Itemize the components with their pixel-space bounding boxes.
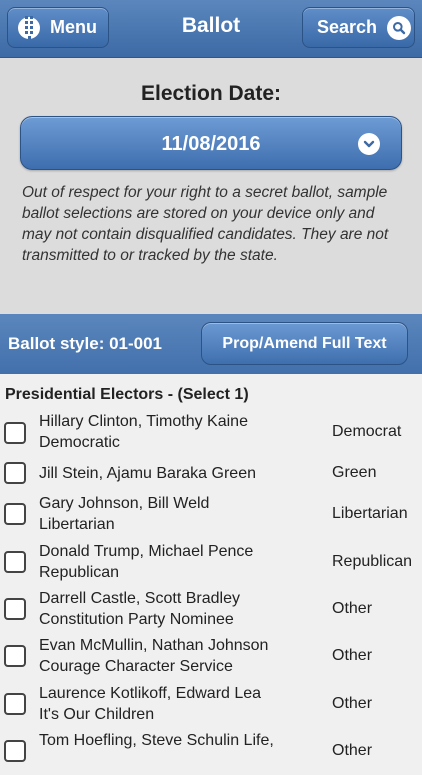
- candidate-row[interactable]: Darrell Castle, Scott Bradley Constituti…: [0, 587, 422, 633]
- checkbox[interactable]: [4, 693, 26, 715]
- menu-button[interactable]: Menu: [7, 7, 109, 48]
- checkbox[interactable]: [4, 551, 26, 573]
- checkbox[interactable]: [4, 503, 26, 525]
- ballot-style-label: Ballot style: 01-001: [8, 334, 163, 353]
- candidate-name: Laurence Kotlikoff, Edward Lea It's Our …: [39, 685, 262, 723]
- election-date-value: 11/08/2016: [161, 133, 261, 155]
- search-button[interactable]: Search: [302, 7, 415, 48]
- checkbox[interactable]: [4, 740, 26, 762]
- candidate-name: Evan McMullin, Nathan Johnson Courage Ch…: [39, 637, 269, 675]
- checkbox[interactable]: [4, 462, 26, 484]
- candidate-name: Tom Hoefling, Steve Schulin Life,: [39, 732, 274, 749]
- candidate-party: Republican: [332, 553, 413, 570]
- candidate-row[interactable]: Hillary Clinton, Timothy Kaine Democrati…: [0, 410, 422, 456]
- candidate-party: Other: [332, 742, 373, 759]
- ballot-style-bar: Ballot style: 01-001 Prop/Amend Full Tex…: [0, 314, 422, 374]
- menu-label: Menu: [50, 17, 97, 37]
- app-header: Menu Ballot Search: [0, 0, 422, 58]
- candidate-party: Green: [332, 464, 377, 481]
- race-title: Presidential Electors - (Select 1): [5, 386, 249, 403]
- grid-menu-icon: [18, 16, 40, 39]
- candidate-party: Democrat: [332, 423, 402, 440]
- candidate-row[interactable]: Evan McMullin, Nathan Johnson Courage Ch…: [0, 634, 422, 680]
- checkbox[interactable]: [4, 598, 26, 620]
- candidate-row[interactable]: Laurence Kotlikoff, Edward Lea It's Our …: [0, 682, 422, 728]
- candidate-name: Darrell Castle, Scott Bradley Constituti…: [39, 590, 240, 628]
- candidate-party: Other: [332, 695, 373, 712]
- search-icon: [387, 15, 412, 40]
- candidate-name: Gary Johnson, Bill Weld Libertarian: [39, 495, 210, 533]
- election-date-select[interactable]: 11/08/2016: [20, 116, 402, 170]
- election-date-label: Election Date:: [140, 82, 282, 105]
- page-title: Ballot: [181, 14, 241, 37]
- candidate-row[interactable]: Donald Trump, Michael Pence Republican R…: [0, 540, 422, 586]
- candidate-name: Hillary Clinton, Timothy Kaine Democrati…: [39, 413, 248, 451]
- candidate-name: Donald Trump, Michael Pence Republican: [39, 543, 254, 581]
- chevron-down-icon: [358, 133, 380, 155]
- candidate-row[interactable]: Gary Johnson, Bill Weld Libertarian Libe…: [0, 492, 422, 538]
- candidate-party: Libertarian: [332, 505, 408, 522]
- privacy-notice: Out of respect for your right to a secre…: [22, 184, 389, 264]
- search-label: Search: [317, 17, 378, 37]
- candidate-row[interactable]: Tom Hoefling, Steve Schulin Life, Other: [0, 729, 422, 775]
- candidate-party: Other: [332, 647, 373, 664]
- candidate-name: Jill Stein, Ajamu Baraka Green: [39, 465, 256, 482]
- election-date-section: Election Date: 11/08/2016 Out of respect…: [0, 58, 422, 314]
- prop-amend-button[interactable]: Prop/Amend Full Text: [201, 322, 408, 365]
- candidate-party: Other: [332, 600, 373, 617]
- checkbox[interactable]: [4, 645, 26, 667]
- checkbox[interactable]: [4, 422, 26, 444]
